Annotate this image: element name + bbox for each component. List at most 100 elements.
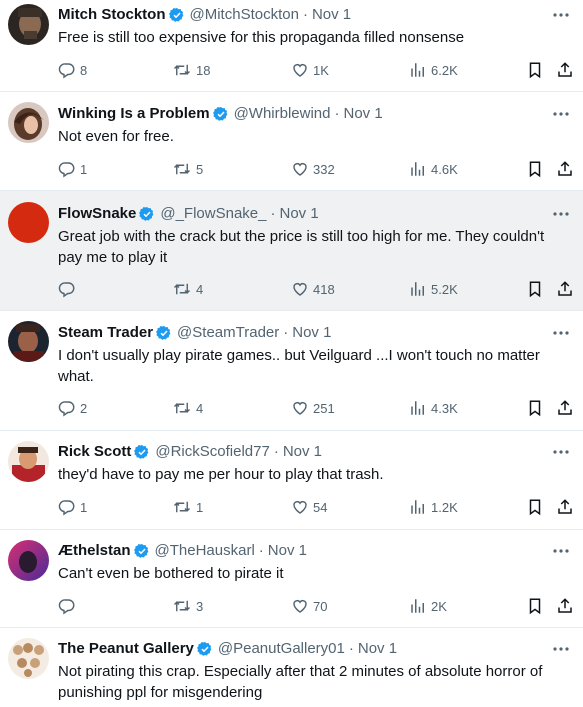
views-button[interactable]: 2K: [409, 596, 447, 616]
timestamp[interactable]: Nov 1: [343, 105, 382, 123]
avatar[interactable]: [8, 638, 49, 679]
tweet-text: I don't usually play pirate games.. but …: [58, 347, 540, 385]
retweet-button[interactable]: 1: [172, 497, 203, 517]
views-button[interactable]: 5.2K: [409, 279, 458, 299]
handle[interactable]: @RickScofield77: [155, 443, 269, 461]
reply-button[interactable]: [58, 596, 80, 616]
handle[interactable]: @MitchStockton: [190, 6, 299, 24]
view-count: 4.6K: [431, 161, 458, 177]
views-button[interactable]: 6.2K: [409, 60, 458, 80]
share-button[interactable]: [556, 60, 578, 80]
retweet-button[interactable]: 18: [172, 60, 210, 80]
tweet[interactable]: Steam Trader @SteamTrader · Nov 1 I don'…: [0, 311, 583, 431]
display-name[interactable]: Rick Scott: [58, 443, 131, 461]
timestamp[interactable]: Nov 1: [358, 640, 397, 658]
reply-button[interactable]: 1: [58, 497, 87, 517]
separator-dot: ·: [302, 6, 308, 23]
like-icon: [293, 600, 307, 613]
display-name[interactable]: The Peanut Gallery: [58, 640, 194, 658]
tweet-header: FlowSnake @_FlowSnake_ · Nov 1: [58, 205, 543, 223]
display-name[interactable]: FlowSnake: [58, 205, 136, 223]
tweet[interactable]: Winking Is a Problem @Whirblewind · Nov …: [0, 92, 583, 191]
like-button[interactable]: 332: [291, 159, 335, 179]
like-button[interactable]: 1K: [291, 60, 329, 80]
timestamp[interactable]: Nov 1: [279, 205, 318, 223]
like-count: 70: [313, 598, 328, 614]
view-count: 2K: [431, 598, 447, 614]
more-icon[interactable]: [551, 443, 571, 461]
more-icon[interactable]: [551, 324, 571, 342]
like-button[interactable]: 70: [291, 596, 327, 616]
separator-dot: ·: [283, 324, 289, 341]
more-icon[interactable]: [551, 640, 571, 658]
views-icon: [411, 500, 424, 514]
tweet-header: Mitch Stockton @MitchStockton · Nov 1: [58, 6, 543, 24]
share-button[interactable]: [556, 159, 578, 179]
retweet-icon: [173, 501, 191, 513]
display-name[interactable]: Æthelstan: [58, 542, 131, 560]
avatar[interactable]: [8, 321, 49, 362]
share-button[interactable]: [556, 596, 578, 616]
handle[interactable]: @PeanutGallery01: [218, 640, 345, 658]
like-button[interactable]: 251: [291, 398, 335, 418]
reply-button[interactable]: 8: [58, 60, 87, 80]
more-icon[interactable]: [551, 205, 571, 223]
display-name[interactable]: Winking Is a Problem: [58, 105, 210, 123]
bookmark-button[interactable]: [526, 279, 548, 299]
retweet-icon: [173, 283, 191, 295]
timestamp[interactable]: Nov 1: [268, 542, 307, 560]
tweet[interactable]: The Peanut Gallery @PeanutGallery01 · No…: [0, 628, 583, 707]
tweet[interactable]: FlowSnake @_FlowSnake_ · Nov 1 Great job…: [0, 191, 583, 311]
share-button[interactable]: [556, 497, 578, 517]
tweet-header: Æthelstan @TheHauskarl · Nov 1: [58, 542, 543, 560]
share-button[interactable]: [556, 279, 578, 299]
timestamp[interactable]: Nov 1: [283, 443, 322, 461]
retweet-button[interactable]: 5: [172, 159, 203, 179]
views-icon: [411, 401, 424, 415]
reply-button[interactable]: 2: [58, 398, 87, 418]
timestamp[interactable]: Nov 1: [312, 6, 351, 24]
more-icon[interactable]: [551, 542, 571, 560]
avatar[interactable]: [8, 540, 49, 581]
like-button[interactable]: 418: [291, 279, 335, 299]
retweet-icon: [173, 402, 191, 414]
views-button[interactable]: 4.6K: [409, 159, 458, 179]
view-count: 6.2K: [431, 62, 458, 78]
retweet-button[interactable]: 4: [172, 279, 203, 299]
handle[interactable]: @TheHauskarl: [155, 542, 255, 560]
bookmark-button[interactable]: [526, 159, 548, 179]
avatar[interactable]: [8, 441, 49, 482]
avatar[interactable]: [8, 102, 49, 143]
retweet-button[interactable]: 4: [172, 398, 203, 418]
bookmark-button[interactable]: [526, 497, 548, 517]
avatar[interactable]: [8, 202, 49, 243]
verified-icon: [156, 325, 172, 341]
views-button[interactable]: 1.2K: [409, 497, 458, 517]
more-icon[interactable]: [551, 6, 571, 24]
reply-button[interactable]: [58, 279, 80, 299]
bookmark-button[interactable]: [526, 398, 548, 418]
tweet[interactable]: Rick Scott @RickScofield77 · Nov 1 they'…: [0, 431, 583, 530]
retweet-count: 18: [196, 62, 211, 78]
like-button[interactable]: 54: [291, 497, 327, 517]
avatar[interactable]: [8, 4, 49, 45]
bookmark-button[interactable]: [526, 60, 548, 80]
tweet[interactable]: Æthelstan @TheHauskarl · Nov 1 Can't eve…: [0, 530, 583, 628]
like-icon: [293, 64, 307, 77]
handle[interactable]: @SteamTrader: [177, 324, 279, 342]
tweet[interactable]: Mitch Stockton @MitchStockton · Nov 1 Fr…: [0, 0, 583, 92]
display-name[interactable]: Mitch Stockton: [58, 6, 166, 24]
bookmark-icon: [529, 499, 541, 516]
bookmark-button[interactable]: [526, 596, 548, 616]
handle[interactable]: @_FlowSnake_: [160, 205, 266, 223]
share-button[interactable]: [556, 398, 578, 418]
more-icon[interactable]: [551, 105, 571, 123]
timestamp[interactable]: Nov 1: [292, 324, 331, 342]
like-icon: [293, 163, 307, 176]
retweet-button[interactable]: 3: [172, 596, 203, 616]
reply-button[interactable]: 1: [58, 159, 87, 179]
handle[interactable]: @Whirblewind: [234, 105, 331, 123]
views-button[interactable]: 4.3K: [409, 398, 458, 418]
action-bar: 1 1 54 1.2K: [58, 497, 583, 517]
display-name[interactable]: Steam Trader: [58, 324, 153, 342]
